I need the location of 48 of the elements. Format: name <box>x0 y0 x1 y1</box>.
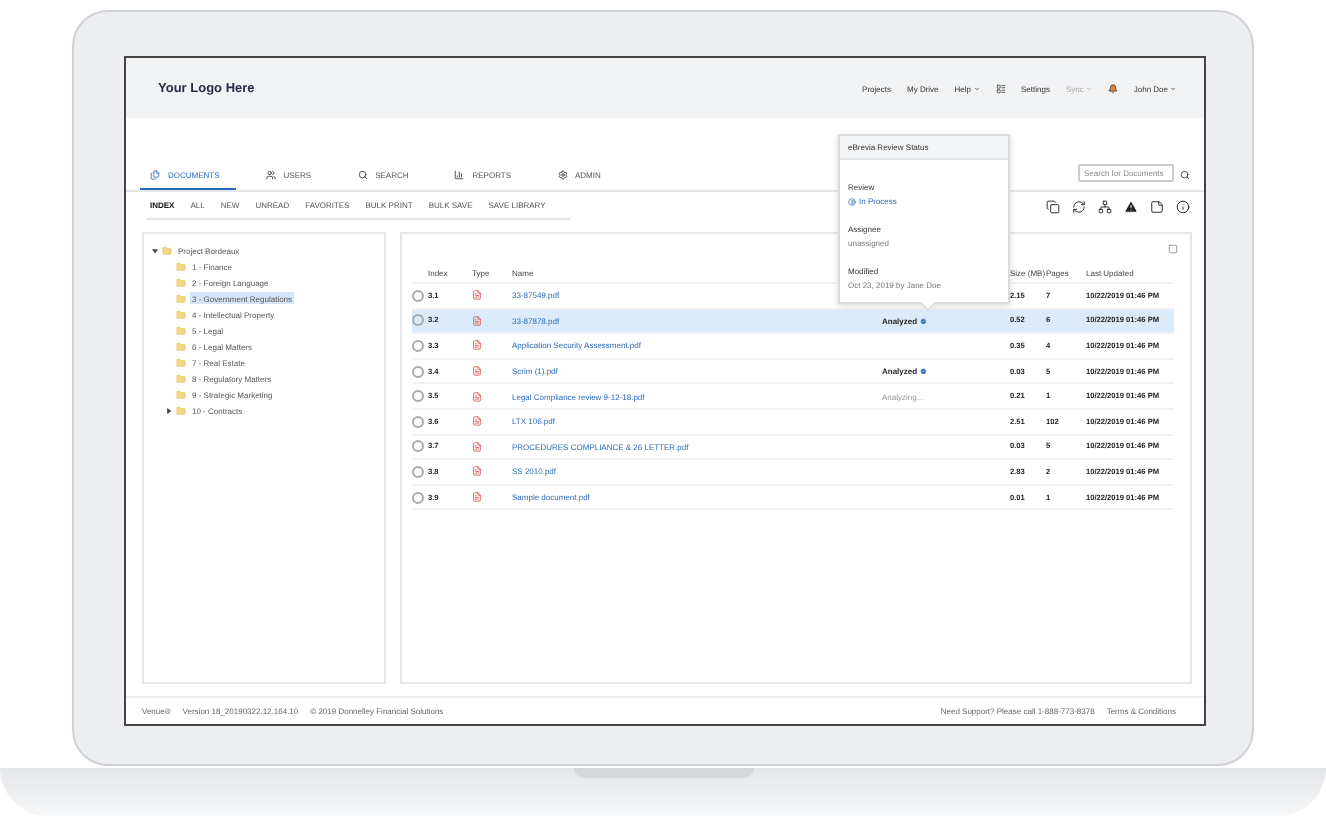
search-icon[interactable] <box>1180 170 1190 180</box>
row-checkbox[interactable] <box>412 390 424 403</box>
pdf-file-icon <box>472 366 482 377</box>
folder-icon <box>176 357 186 367</box>
folder-icon <box>176 277 186 287</box>
row-checkbox[interactable] <box>412 465 424 478</box>
caret-icon[interactable] <box>151 247 157 253</box>
gear-icon <box>557 170 567 180</box>
pdf-file-icon <box>472 315 482 326</box>
folder-icon <box>176 261 186 271</box>
pdf-file-icon <box>472 290 482 301</box>
folder-icon <box>176 341 186 351</box>
row-checkbox[interactable] <box>412 314 424 327</box>
pdf-file-icon <box>472 492 482 503</box>
folder-icon <box>176 325 186 335</box>
bell-icon[interactable] <box>1107 83 1118 93</box>
refresh-icon[interactable] <box>1072 199 1086 213</box>
row-checkbox[interactable] <box>412 415 424 428</box>
list-icon[interactable] <box>995 83 1006 93</box>
pdf-file-icon <box>472 441 482 452</box>
progress-icon <box>848 197 856 205</box>
search-icon <box>357 170 368 180</box>
info-icon[interactable] <box>1176 199 1190 213</box>
folder-icon <box>176 293 186 303</box>
warning-icon[interactable] <box>1124 199 1138 213</box>
pdf-file-icon <box>472 416 482 427</box>
row-checkbox[interactable] <box>412 289 424 302</box>
documents-icon <box>150 170 160 180</box>
folder-icon <box>176 405 186 415</box>
users-icon <box>265 170 276 180</box>
pdf-file-icon <box>472 340 482 351</box>
check-icon <box>919 367 927 375</box>
row-checkbox[interactable] <box>412 491 424 504</box>
row-checkbox[interactable] <box>412 365 424 378</box>
pdf-file-icon <box>472 466 482 477</box>
hierarchy-icon[interactable] <box>1098 199 1112 213</box>
row-checkbox[interactable] <box>412 339 424 352</box>
row-checkbox[interactable] <box>412 440 424 453</box>
folder-icon <box>176 389 186 399</box>
folder-icon <box>176 373 186 383</box>
check-icon <box>919 317 927 325</box>
folder-icon <box>162 245 172 255</box>
pdf-file-icon <box>472 391 482 402</box>
copy-icon[interactable] <box>1046 199 1060 213</box>
caret-icon[interactable] <box>165 407 171 413</box>
note-icon[interactable] <box>1150 199 1164 213</box>
chart-icon <box>454 170 465 180</box>
folder-icon <box>176 309 186 319</box>
